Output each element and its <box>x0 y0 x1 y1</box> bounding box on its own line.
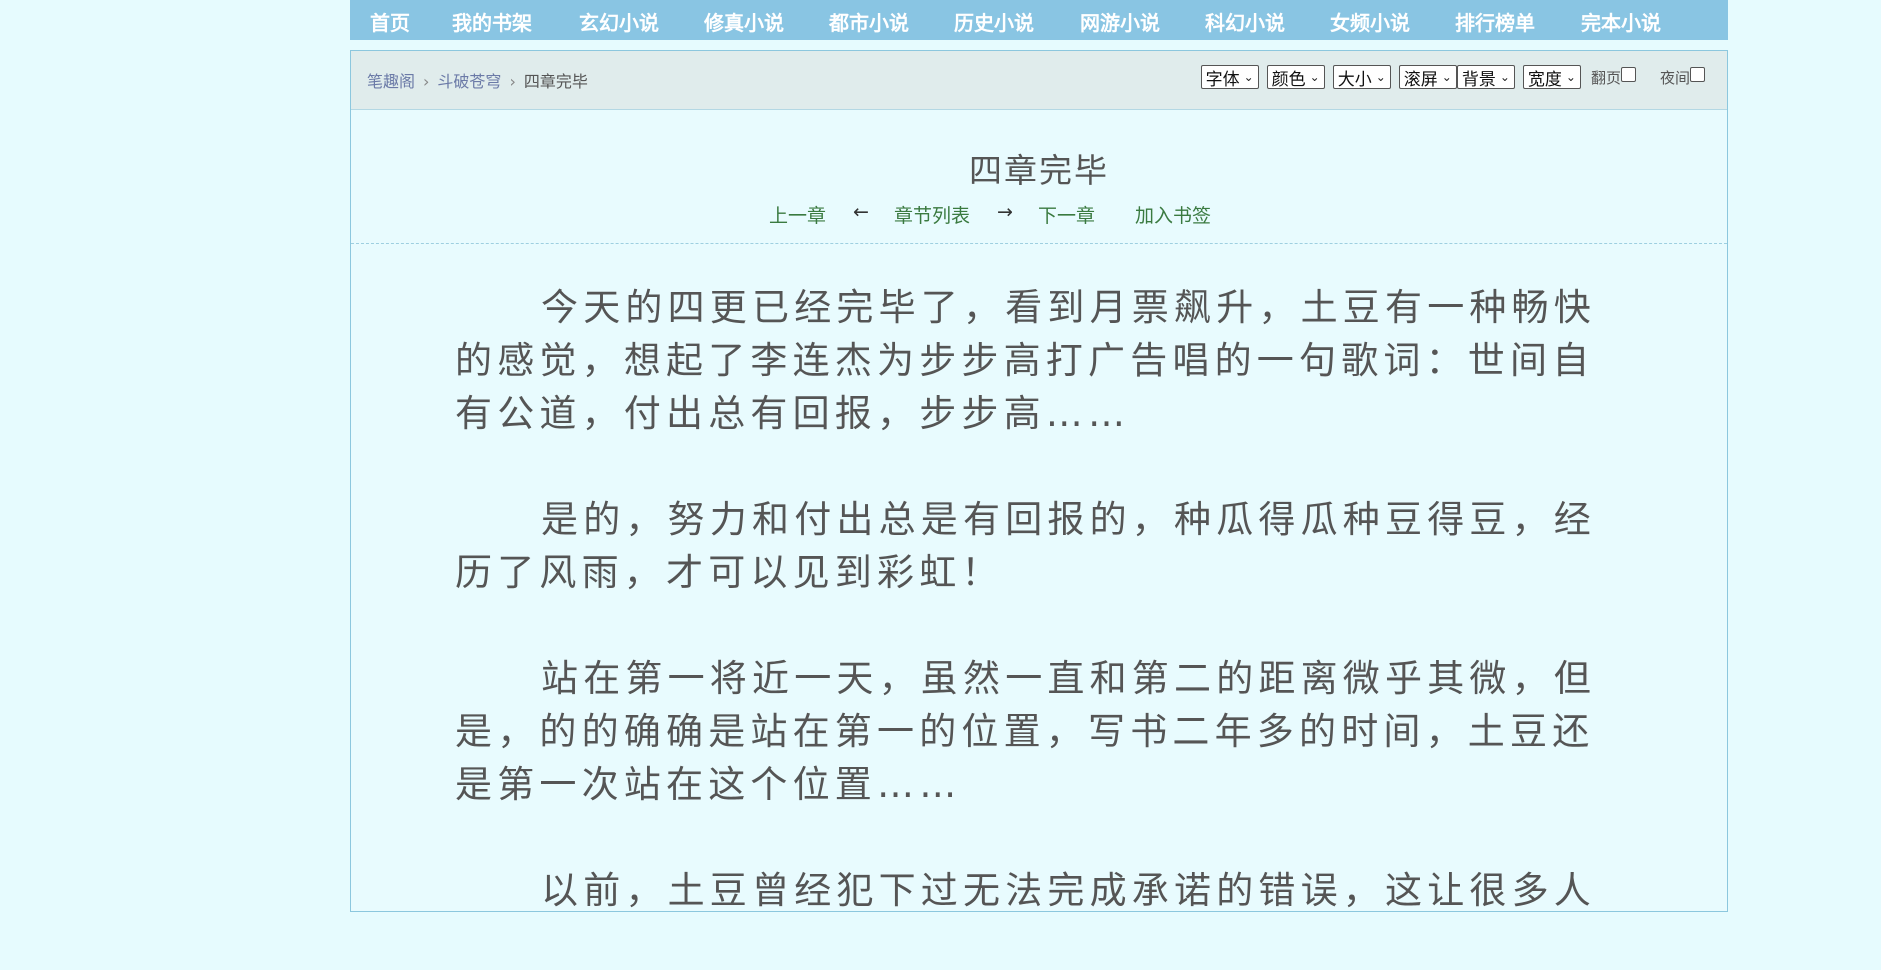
nav-xiuzhen[interactable]: 修真小说 <box>704 7 784 36</box>
nav-lishi[interactable]: 历史小说 <box>954 7 1034 36</box>
width-select-label: 宽度 <box>1527 69 1562 90</box>
breadcrumb: 笔趣阁 › 斗破苍穹 › 四章完毕 <box>367 68 588 92</box>
nav-xuanhuan[interactable]: 玄幻小说 <box>579 7 659 36</box>
size-select-label: 大小 <box>1337 69 1372 90</box>
font-select-label: 字体 <box>1205 69 1240 90</box>
reader-settings: 字体 ⌄ 颜色 ⌄ 大小 ⌄ 滚屏 ⌄ 背景 ⌄ 宽度 ⌄ 翻页 夜间 <box>1200 65 1705 90</box>
nav-wangyou[interactable]: 网游小说 <box>1080 7 1160 36</box>
content-paragraph: 今天的四更已经完毕了，看到月票飙升，土豆有一种畅快的感觉，想起了李连杰为步步高打… <box>455 286 1596 435</box>
size-select[interactable]: 大小 ⌄ <box>1332 65 1391 90</box>
chevron-down-icon: ⌄ <box>1375 70 1386 84</box>
arrow-right-icon: → <box>997 201 1013 223</box>
scroll-select[interactable]: 滚屏 ⌄ <box>1398 65 1457 90</box>
breadcrumb-current: 四章完毕 <box>523 72 588 91</box>
nav-kehuan[interactable]: 科幻小说 <box>1205 7 1285 36</box>
nav-ranking[interactable]: 排行榜单 <box>1455 7 1535 36</box>
chevron-down-icon: ⌄ <box>1565 70 1576 84</box>
scroll-select-label: 滚屏 <box>1403 69 1438 90</box>
chevron-down-icon: ⌄ <box>1309 70 1320 84</box>
page-flip-label: 翻页 <box>1590 68 1621 87</box>
top-navigation: 首页 我的书架 玄幻小说 修真小说 都市小说 历史小说 网游小说 科幻小说 女频… <box>350 0 1728 40</box>
add-bookmark-link[interactable]: 加入书签 <box>1135 201 1211 228</box>
next-chapter-link[interactable]: 下一章 <box>1038 201 1095 228</box>
background-select-label: 背景 <box>1461 69 1496 90</box>
color-select[interactable]: 颜色 ⌄ <box>1266 65 1325 90</box>
breadcrumb-site[interactable]: 笔趣阁 <box>367 72 415 91</box>
chevron-down-icon: ⌄ <box>1243 70 1254 84</box>
color-select-label: 颜色 <box>1271 69 1306 90</box>
chevron-down-icon: ⌄ <box>1499 70 1510 84</box>
chevron-down-icon: ⌄ <box>1441 70 1452 84</box>
nav-completed[interactable]: 完本小说 <box>1581 7 1661 36</box>
reader-toolbar: 笔趣阁 › 斗破苍穹 › 四章完毕 字体 ⌄ 颜色 ⌄ 大小 ⌄ 滚屏 ⌄ 背景 ⌄ 宽度 ⌄ 翻页… <box>351 51 1727 110</box>
width-select[interactable]: 宽度 ⌄ <box>1522 65 1581 90</box>
content-paragraph: 以前，土豆曾经犯下过无法完成承诺的错误，这让很多人 <box>541 869 1596 912</box>
content-paragraph: 站在第一将近一天，虽然一直和第二的距离微乎其微，但是，的的确确是站在第一的位置，… <box>455 657 1596 806</box>
reader-panel: 笔趣阁 › 斗破苍穹 › 四章完毕 字体 ⌄ 颜色 ⌄ 大小 ⌄ 滚屏 ⌄ 背景 ⌄ 宽度 ⌄ 翻页… <box>350 50 1728 912</box>
chapter-title: 四章完毕 <box>969 151 1109 190</box>
content-paragraph: 是的，努力和付出总是有回报的，种瓜得瓜种豆得豆，经历了风雨，才可以见到彩虹！ <box>455 498 1596 594</box>
nav-home[interactable]: 首页 <box>370 7 410 36</box>
chevron-right-icon: › <box>509 72 516 91</box>
arrow-left-icon: ← <box>853 201 869 223</box>
chapter-content: 今天的四更已经完毕了，看到月票飙升，土豆有一种畅快的感觉，想起了李连杰为步步高打… <box>455 281 1605 970</box>
background-select[interactable]: 背景 ⌄ <box>1456 65 1515 90</box>
nav-bookshelf[interactable]: 我的书架 <box>452 7 532 36</box>
breadcrumb-book[interactable]: 斗破苍穹 <box>437 72 501 91</box>
nav-dushi[interactable]: 都市小说 <box>829 7 909 36</box>
night-mode-label: 夜间 <box>1659 68 1690 87</box>
font-select[interactable]: 字体 ⌄ <box>1200 65 1259 90</box>
night-mode-checkbox[interactable] <box>1690 66 1705 82</box>
chevron-right-icon: › <box>423 72 430 91</box>
page-flip-checkbox[interactable] <box>1620 66 1636 82</box>
chapter-list-link[interactable]: 章节列表 <box>894 201 970 228</box>
prev-chapter-link[interactable]: 上一章 <box>769 201 826 228</box>
nav-nvpin[interactable]: 女频小说 <box>1330 7 1410 36</box>
